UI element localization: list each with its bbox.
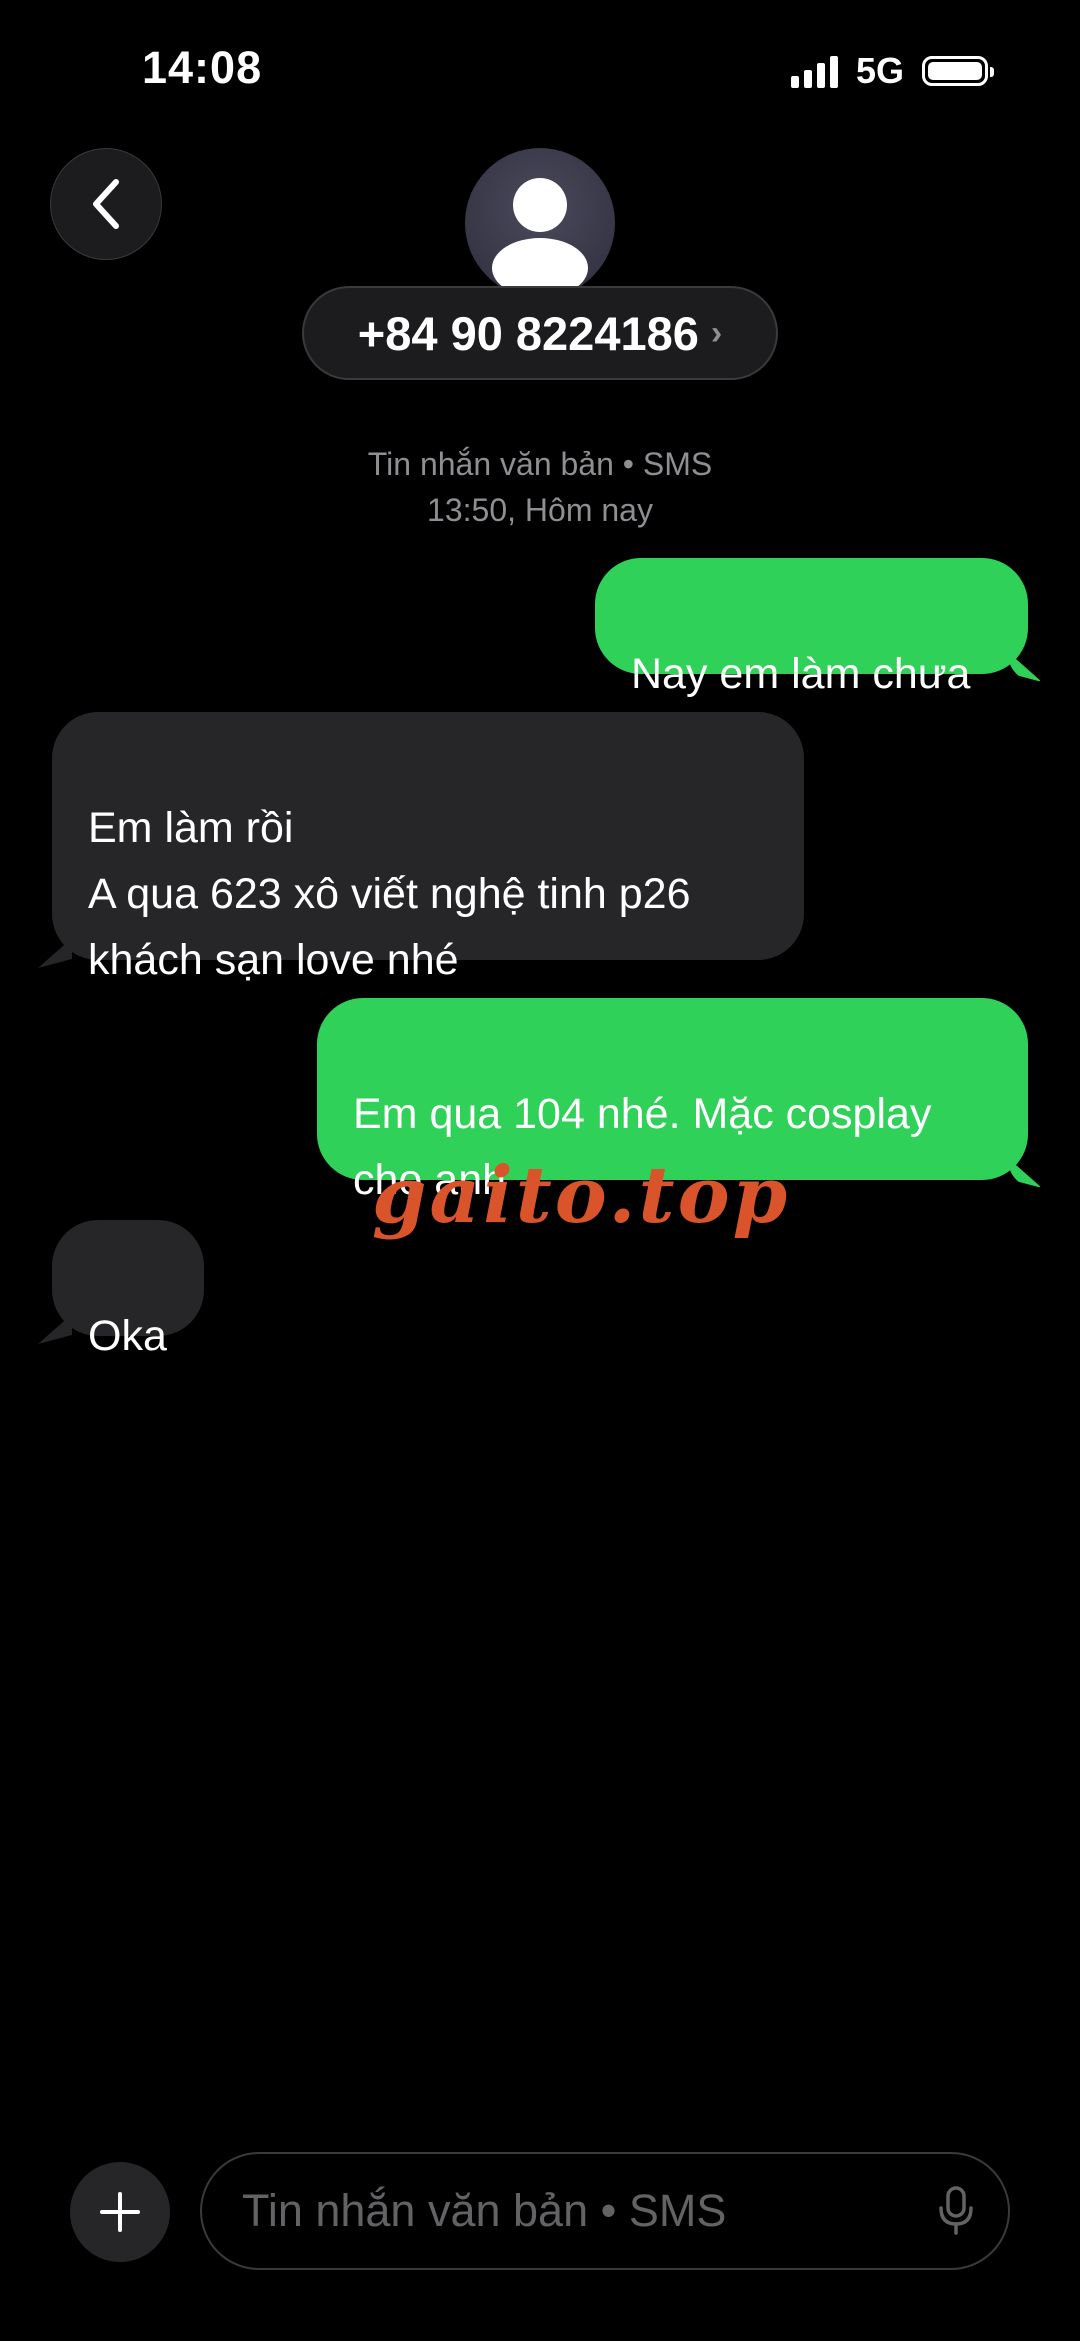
status-indicators: 5G: [790, 50, 994, 92]
plus-icon: [100, 2192, 140, 2232]
battery-icon: [922, 56, 994, 86]
person-silhouette-icon: [492, 178, 588, 298]
bubble-tail: [1008, 652, 1042, 682]
microphone-icon[interactable]: [936, 2186, 976, 2236]
message-input[interactable]: [200, 2152, 1010, 2270]
bubble-tail: [1008, 1158, 1042, 1188]
bubble-tail: [38, 1314, 72, 1344]
chevron-left-icon: [93, 179, 119, 229]
bubble-tail: [38, 938, 72, 968]
message-text: Nay em làm chưa: [631, 650, 971, 698]
network-type-label: 5G: [855, 50, 904, 91]
message-bubble-incoming[interactable]: Oka: [38, 1220, 204, 1360]
contact-details-button[interactable]: +84 90 8224186 ›: [302, 286, 778, 380]
cellular-signal-icon: [790, 54, 838, 88]
contact-avatar[interactable]: [465, 148, 615, 298]
conversation-type-label: Tin nhắn văn bản • SMS: [367, 446, 713, 482]
message-text: Oka: [88, 1312, 167, 1360]
add-attachment-button[interactable]: [70, 2162, 170, 2262]
chevron-right-icon: ›: [710, 313, 723, 352]
conversation-timestamp: 13:50, Hôm nay: [427, 492, 653, 528]
message-bubble-incoming[interactable]: Em làm rồi A qua 623 xô viết nghệ tinh p…: [38, 712, 804, 984]
back-button[interactable]: [50, 148, 162, 260]
status-time: 14:08: [142, 42, 263, 93]
message-bubble-outgoing[interactable]: Nay em làm chưa: [595, 558, 1042, 698]
contact-number: +84 90 8224186: [357, 306, 699, 360]
message-text: Em làm rồi A qua 623 xô viết nghệ tinh p…: [88, 804, 691, 984]
watermark: gaito.top: [372, 1150, 791, 1241]
